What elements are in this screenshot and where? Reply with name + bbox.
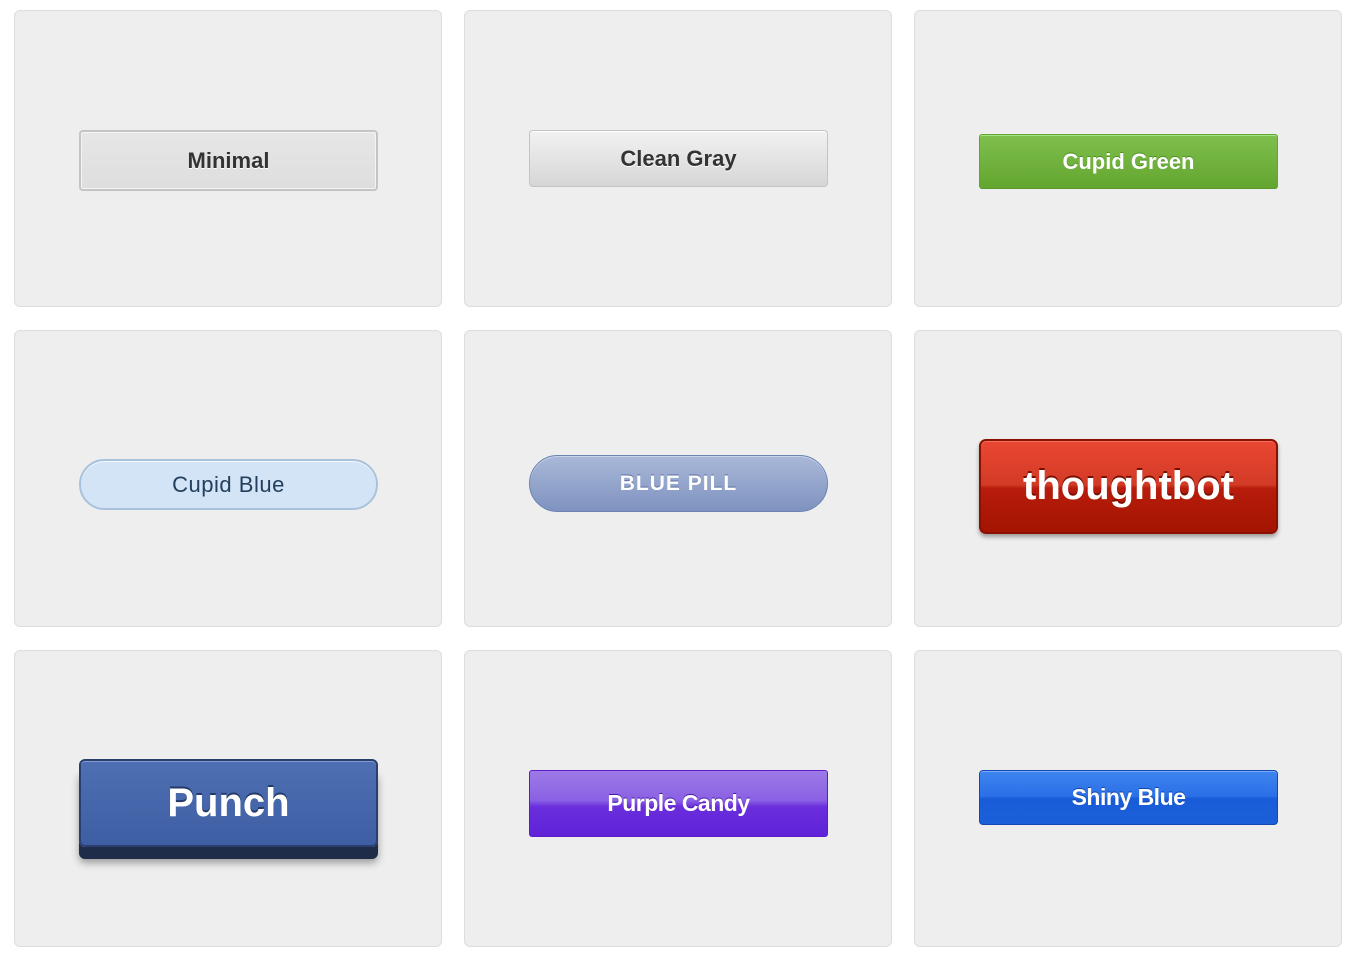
button-gallery: Minimal Clean Gray Cupid Green Cupid Blu… [0,0,1356,966]
clean-gray-button[interactable]: Clean Gray [529,130,828,187]
card-cupid-blue: Cupid Blue [14,330,442,627]
card-blue-pill: BLUE PILL [464,330,892,627]
card-punch: Punch [14,650,442,947]
card-purple-candy: Purple Candy [464,650,892,947]
shiny-blue-button[interactable]: Shiny Blue [979,770,1278,825]
minimal-button[interactable]: Minimal [79,130,378,191]
card-cupid-green: Cupid Green [914,10,1342,307]
punch-button[interactable]: Punch [79,759,378,847]
purple-candy-button[interactable]: Purple Candy [529,770,828,837]
blue-pill-button[interactable]: BLUE PILL [529,455,828,512]
card-thoughtbot: thoughtbot [914,330,1342,627]
card-shiny-blue: Shiny Blue [914,650,1342,947]
cupid-blue-button[interactable]: Cupid Blue [79,459,378,510]
card-minimal: Minimal [14,10,442,307]
cupid-green-button[interactable]: Cupid Green [979,134,1278,189]
card-clean-gray: Clean Gray [464,10,892,307]
thoughtbot-button[interactable]: thoughtbot [979,439,1278,534]
